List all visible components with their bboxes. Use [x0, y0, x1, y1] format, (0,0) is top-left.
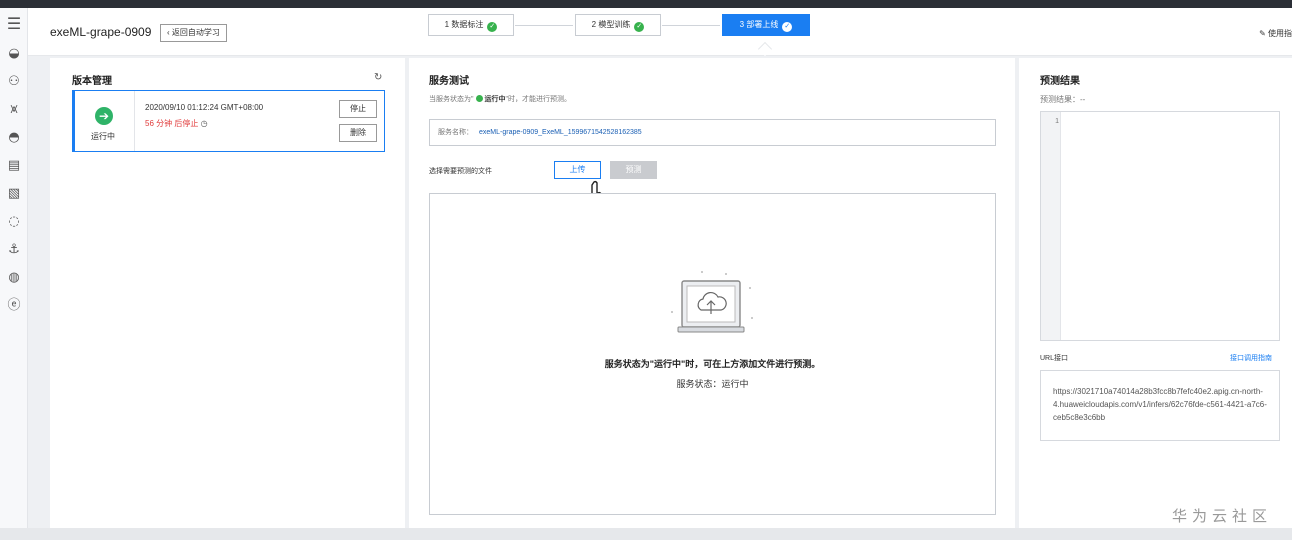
help-link[interactable]: ✎ 使用指 [1259, 28, 1292, 39]
url-value[interactable]: https://3021710a74014a28b3fcc8b7fefc40e2… [1040, 370, 1280, 441]
service-name-value: exeML-grape-0909_ExeML_15996715425281623… [479, 129, 642, 136]
cloud-outline-icon[interactable]: ◌ [6, 214, 22, 230]
step-deploy[interactable]: 3 部署上线 ✓ [722, 14, 810, 36]
document-icon[interactable]: ▤ [6, 158, 22, 174]
step-label: 2 模型训练 [591, 20, 631, 29]
version-panel-title: 版本管理 [72, 76, 112, 87]
line-number: 1 [1055, 118, 1059, 125]
service-name-label: 服务名称： [438, 129, 473, 136]
status-label: 运行中 [91, 132, 115, 141]
chart-icon[interactable]: ⩙ [6, 102, 22, 118]
laptop-upload-icon [671, 271, 753, 333]
file-select-label: 选择需要预测的文件 [429, 168, 492, 175]
url-label: URL接口 [1040, 355, 1069, 362]
result-code-editor[interactable]: 1 [1040, 111, 1280, 341]
check-icon: ✓ [487, 22, 498, 32]
watermark: 华为云社区 [1172, 508, 1273, 525]
help-label: 使用指 [1268, 29, 1292, 38]
file-icon[interactable]: ▧ [6, 186, 22, 202]
drop-message: 服务状态为"运行中"时，可在上方添加文件进行预测。 [604, 359, 821, 369]
refresh-icon[interactable]: ↻ [374, 72, 382, 83]
predict-button[interactable]: 预测 [610, 161, 657, 179]
nodes-icon[interactable]: ⚇ [6, 74, 22, 90]
circle-e-icon[interactable]: ⓔ [6, 298, 22, 314]
code-gutter: 1 [1041, 112, 1061, 340]
upload-button[interactable]: 上传 [554, 161, 601, 179]
version-status: ➔ 运行中 [75, 91, 135, 151]
clock-icon: ◷ [200, 119, 208, 128]
version-card[interactable]: ➔ 运行中 2020/09/10 01:12:24 GMT+08:00 56 分… [72, 90, 385, 152]
delete-button[interactable]: 删除 [339, 124, 377, 142]
hint-status: 运行中 [484, 96, 506, 103]
step-connector [515, 25, 573, 26]
step-connector [662, 25, 720, 26]
drop-status: 服务状态：运行中 [676, 379, 749, 389]
cloud-icon[interactable]: ◒ [6, 46, 22, 62]
left-nav: ☰ ◒ ⚇ ⩙ ◓ ▤ ▧ ◌ ⚓ ◍ ⓔ [0, 8, 28, 540]
check-icon: ✓ [634, 22, 645, 32]
version-time: 2020/09/10 01:12:24 GMT+08:00 [145, 103, 264, 112]
service-name-field: 服务名称： exeML-grape-0909_ExeML_159967154252… [429, 119, 996, 146]
stop-note-text: 56 分钟 后停止 [145, 119, 199, 128]
service-test-title: 服务测试 [429, 76, 469, 87]
step-label: 1 数据标注 [444, 20, 484, 29]
page-title: exeML-grape-0909 [50, 25, 152, 39]
stop-button[interactable]: 停止 [339, 100, 377, 118]
anchor-icon[interactable]: ⚓ [6, 242, 22, 258]
running-dot-icon [475, 95, 483, 102]
globe-icon[interactable]: ◍ [6, 270, 22, 286]
file-drop-area[interactable] [429, 193, 996, 515]
back-label: 返回自动学习 [171, 28, 220, 37]
menu-icon[interactable]: ☰ [6, 16, 22, 32]
running-arrow-icon: ➔ [95, 107, 113, 125]
bottom-bar [0, 528, 1292, 540]
hint-suffix: "时，才能进行预测。 [505, 96, 572, 103]
storage-icon[interactable]: ◓ [6, 130, 22, 146]
edit-icon: ✎ [1259, 29, 1268, 38]
stop-countdown: 56 分钟 后停止 ◷ [145, 118, 208, 129]
top-system-bar [0, 0, 1292, 8]
hint-prefix: 当服务状态为" [429, 96, 474, 103]
step-label: 3 部署上线 [739, 20, 779, 29]
service-hint: 当服务状态为" 运行中"时，才能进行预测。 [429, 94, 571, 104]
check-icon: ✓ [782, 22, 793, 32]
back-to-automl-button[interactable]: ‹ 返回自动学习 [160, 24, 227, 42]
result-title: 预测结果 [1040, 76, 1080, 87]
api-guide-link[interactable]: 接口调用指南 [1230, 353, 1272, 363]
step-data-labeling[interactable]: 1 数据标注 ✓ [428, 14, 514, 36]
step-model-training[interactable]: 2 模型训练 ✓ [575, 14, 661, 36]
result-label: 预测结果：-- [1040, 95, 1086, 104]
